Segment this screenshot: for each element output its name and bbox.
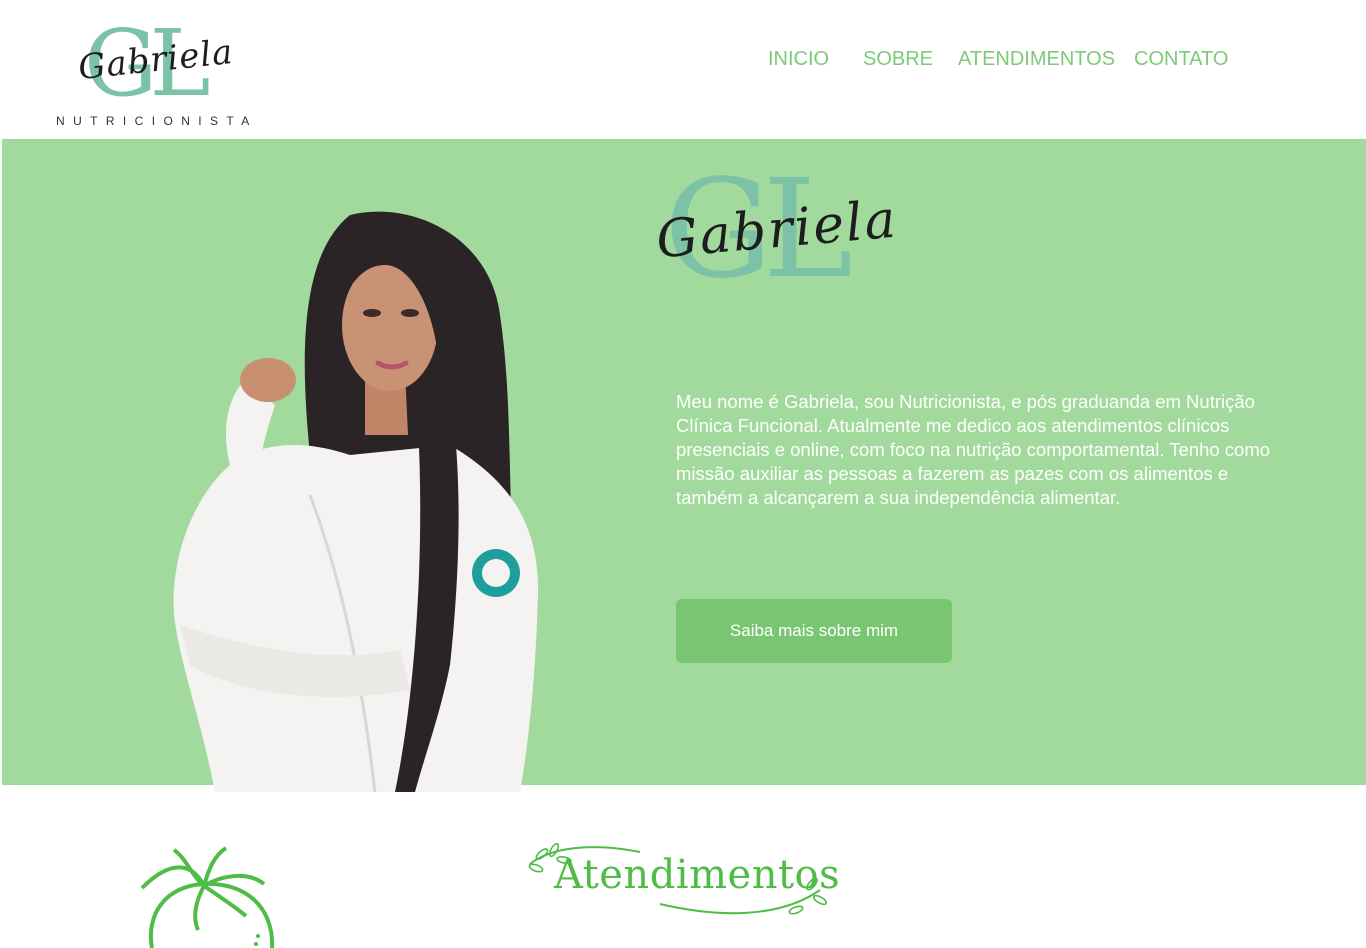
services-heading: Atendimentos (520, 838, 840, 928)
nutritionist-photo (160, 195, 550, 792)
nav-item-atendimentos[interactable]: ATENDIMENTOS (958, 48, 1115, 71)
tomato-icon (134, 846, 284, 948)
nav-item-inicio[interactable]: INICIO (768, 48, 829, 71)
portrait-illustration (173, 211, 539, 792)
main-nav: INICIO SOBRE ATENDIMENTOS CONTATO (0, 48, 1366, 76)
nav-item-sobre[interactable]: SOBRE (863, 48, 933, 71)
about-me-button[interactable]: Saiba mais sobre mim (676, 599, 952, 663)
nav-item-contato[interactable]: CONTATO (1134, 48, 1228, 71)
logo-subtitle: NUTRICIONISTA (56, 114, 258, 128)
services-title: Atendimentos (554, 852, 841, 898)
hero-description: Meu nome é Gabriela, sou Nutricionista, … (676, 391, 1271, 508)
site-header: GL Gabriela NUTRICIONISTA INICIO SOBRE A… (0, 0, 1366, 138)
